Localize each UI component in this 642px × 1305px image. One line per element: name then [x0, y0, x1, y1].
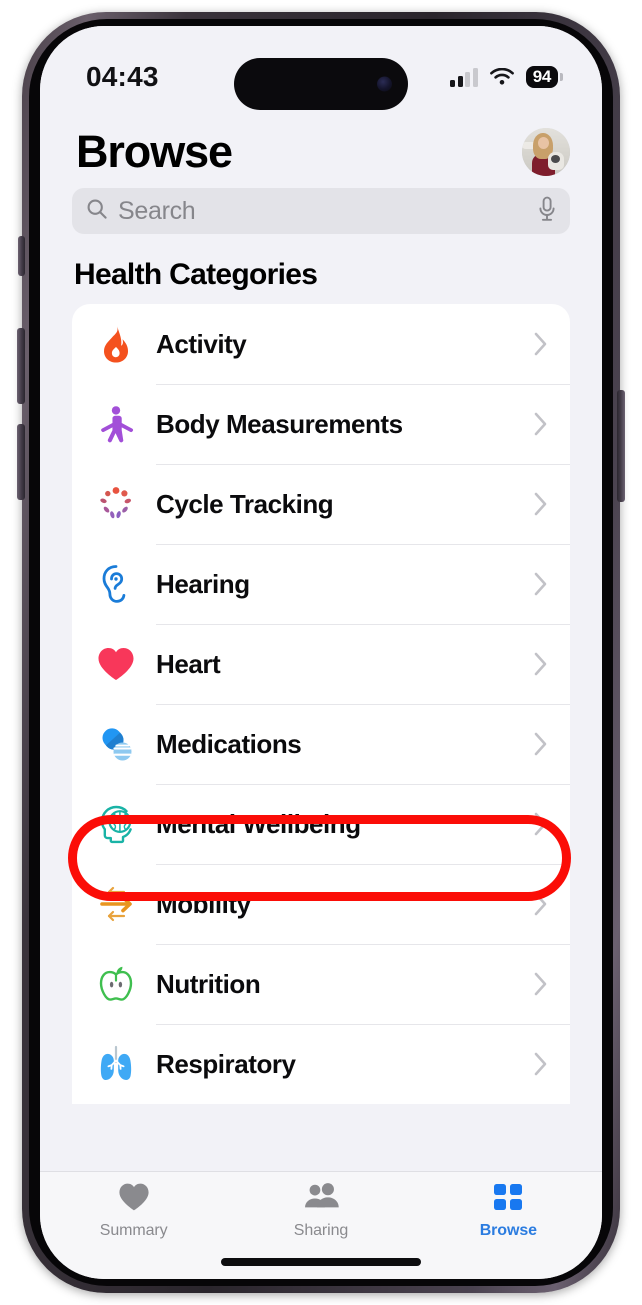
- volume-down-button[interactable]: [17, 424, 25, 500]
- list-item-body-measurements[interactable]: Body Measurements: [72, 384, 570, 464]
- cellular-signal-icon: [450, 67, 478, 87]
- chevron-right-icon: [533, 971, 548, 997]
- list-item-mental-wellbeing[interactable]: Mental Wellbeing: [72, 784, 570, 864]
- list-item-label: Medications: [156, 728, 302, 759]
- list-item-label: Cycle Tracking: [156, 488, 334, 519]
- tab-summary[interactable]: Summary: [40, 1182, 227, 1240]
- device-screenshot: 04:43 94 Browse Search Health Categories…: [0, 0, 642, 1305]
- arrows-icon: [90, 884, 142, 924]
- search-placeholder: Search: [118, 196, 196, 225]
- tab-label: Sharing: [293, 1222, 349, 1239]
- chevron-right-icon: [533, 891, 548, 917]
- heart-icon: [117, 1182, 151, 1217]
- mute-switch-button[interactable]: [18, 236, 25, 276]
- lungs-icon: [90, 1044, 142, 1084]
- list-item-activity[interactable]: Activity: [72, 304, 570, 384]
- phone-screen: 04:43 94 Browse Search Health Categories…: [40, 26, 602, 1279]
- status-indicators: 94: [450, 66, 558, 88]
- chevron-right-icon: [533, 571, 548, 597]
- tab-label: Browse: [479, 1222, 537, 1239]
- list-item-mobility[interactable]: Mobility: [72, 864, 570, 944]
- list-item-nutrition[interactable]: Nutrition: [72, 944, 570, 1024]
- search-container: Search: [40, 178, 602, 234]
- people-icon: [302, 1182, 340, 1217]
- page-title: Browse: [76, 126, 233, 177]
- tab-label: Summary: [99, 1222, 168, 1239]
- list-item-label: Hearing: [156, 568, 250, 599]
- list-item-label: Nutrition: [156, 968, 261, 999]
- volume-up-button[interactable]: [17, 328, 25, 404]
- categories-scroll-area[interactable]: Activity Body Measurements Cycle Trackin…: [40, 304, 602, 1122]
- list-item-label: Mobility: [156, 888, 251, 919]
- front-camera-icon: [377, 76, 392, 92]
- battery-indicator: 94: [525, 66, 558, 88]
- status-time: 04:43: [86, 61, 159, 92]
- avatar[interactable]: [522, 128, 570, 176]
- ear-icon: [90, 564, 142, 604]
- tab-browse[interactable]: Browse: [415, 1182, 602, 1240]
- list-item-hearing[interactable]: Hearing: [72, 544, 570, 624]
- tab-sharing[interactable]: Sharing: [227, 1182, 414, 1240]
- list-item-respiratory[interactable]: Respiratory: [72, 1024, 570, 1104]
- microphone-icon[interactable]: [538, 196, 556, 227]
- list-item-heart[interactable]: Heart: [72, 624, 570, 704]
- list-item-label: Body Measurements: [156, 408, 403, 439]
- chevron-right-icon: [533, 331, 548, 357]
- wifi-icon: [489, 67, 515, 87]
- brain-head-icon: [90, 804, 142, 844]
- dynamic-island: [234, 58, 408, 110]
- chevron-right-icon: [533, 731, 548, 757]
- list-item-label: Mental Wellbeing: [156, 808, 361, 839]
- chevron-right-icon: [533, 811, 548, 837]
- chevron-right-icon: [533, 411, 548, 437]
- pills-icon: [90, 724, 142, 764]
- apple-icon: [90, 964, 142, 1004]
- list-item-medications[interactable]: Medications: [72, 704, 570, 784]
- page-header: Browse: [40, 116, 602, 178]
- list-item-label: Heart: [156, 648, 221, 679]
- status-bar: 04:43 94: [40, 26, 602, 116]
- section-title: Health Categories: [40, 234, 602, 304]
- power-button[interactable]: [617, 390, 625, 502]
- list-item-cycle-tracking[interactable]: Cycle Tracking: [72, 464, 570, 544]
- search-icon: [86, 198, 108, 225]
- cycle-burst-icon: [90, 484, 142, 524]
- flame-icon: [90, 324, 142, 364]
- list-item-label: Activity: [156, 328, 247, 359]
- chevron-right-icon: [533, 491, 548, 517]
- search-input[interactable]: Search: [72, 188, 570, 234]
- body-figure-icon: [90, 404, 142, 444]
- heart-icon: [90, 646, 142, 682]
- tab-bar: Summary Sharing Browse: [40, 1171, 602, 1279]
- home-indicator[interactable]: [221, 1258, 421, 1266]
- chevron-right-icon: [533, 651, 548, 677]
- chevron-right-icon: [533, 1051, 548, 1077]
- grid-icon: [492, 1182, 524, 1217]
- categories-card: Activity Body Measurements Cycle Trackin…: [72, 304, 570, 1104]
- list-item-label: Respiratory: [156, 1048, 296, 1079]
